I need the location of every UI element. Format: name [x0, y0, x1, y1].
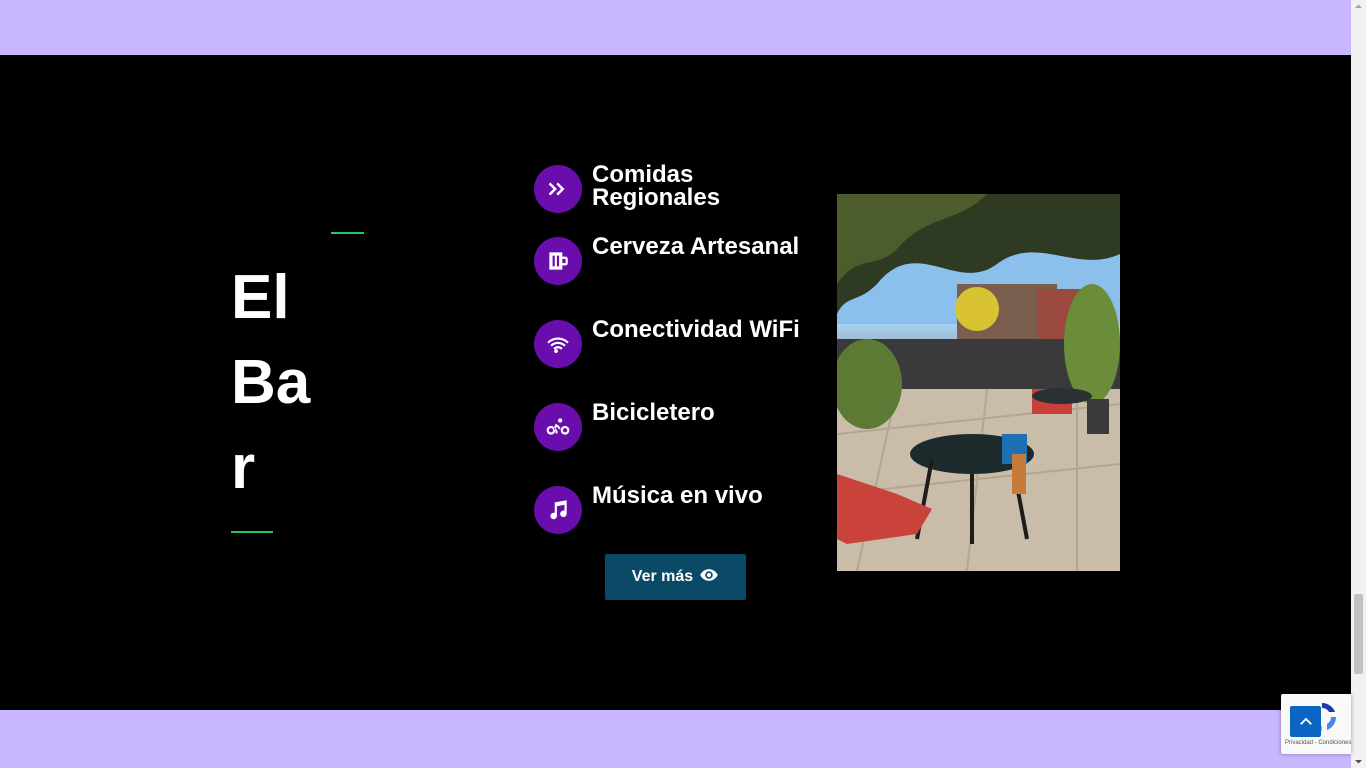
ver-mas-label: Ver más [631, 568, 694, 585]
wifi-icon [534, 320, 582, 368]
back-to-top-button[interactable] [1290, 706, 1321, 737]
accent-line-bottom [231, 531, 273, 533]
feature-label: Música en vivo [592, 482, 763, 509]
feature-label: Bicicletero [592, 399, 715, 426]
beer-mug-icon [534, 237, 582, 285]
scroll-up-arrow-icon[interactable] [1354, 2, 1363, 11]
bottom-band [0, 710, 1351, 768]
bicycle-icon [534, 403, 582, 451]
scroll-down-arrow-icon[interactable] [1354, 757, 1363, 766]
eye-icon [699, 565, 719, 590]
chevron-up-icon [1299, 717, 1312, 725]
feature-label: Comidas Regionales [592, 161, 721, 211]
accent-line-top [331, 232, 364, 234]
feature-label: Cerveza Artesanal [592, 233, 800, 260]
top-band [0, 0, 1351, 55]
bar-patio-photo [837, 194, 1120, 571]
el-bar-section: El Bar Comidas Regionales Cerveza Artesa… [0, 55, 1351, 710]
section-title: El Bar [231, 263, 311, 502]
recaptcha-text[interactable]: Privacidad - Condiciones [1285, 740, 1351, 746]
ver-mas-button[interactable]: Ver más [605, 554, 746, 600]
music-note-icon [534, 486, 582, 534]
feature-label: Conectividad WiFi [592, 316, 800, 343]
double-chevron-right-icon [534, 165, 582, 213]
scrollbar-thumb[interactable] [1354, 594, 1363, 674]
